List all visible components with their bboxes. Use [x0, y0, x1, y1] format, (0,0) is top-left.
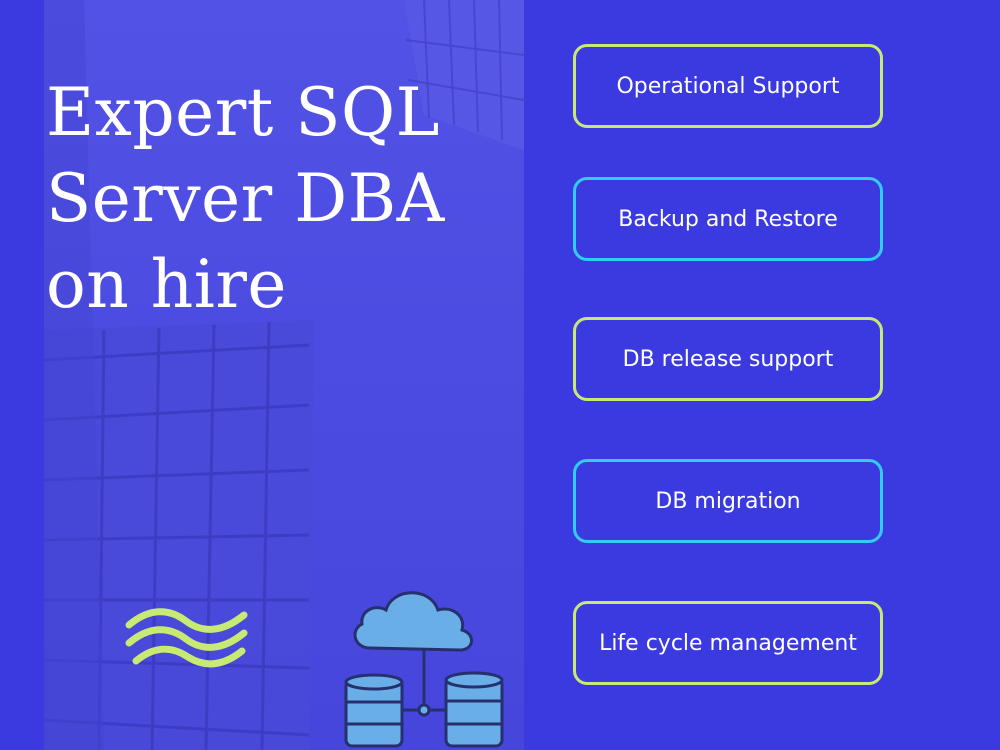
service-backup-restore[interactable]: Backup and Restore: [573, 177, 883, 261]
headline: Expert SQL Server DBA on hire: [46, 70, 445, 328]
headline-line-2: Server DBA: [46, 160, 445, 237]
headline-line-3: on hire: [46, 246, 287, 323]
service-life-cycle-management[interactable]: Life cycle management: [573, 601, 883, 685]
wave-logo-icon: [125, 608, 248, 668]
service-db-release-support[interactable]: DB release support: [573, 317, 883, 401]
headline-line-1: Expert SQL: [46, 74, 440, 151]
service-operational-support[interactable]: Operational Support: [573, 44, 883, 128]
cloud-database-icon: [344, 591, 504, 748]
service-db-migration[interactable]: DB migration: [573, 459, 883, 543]
